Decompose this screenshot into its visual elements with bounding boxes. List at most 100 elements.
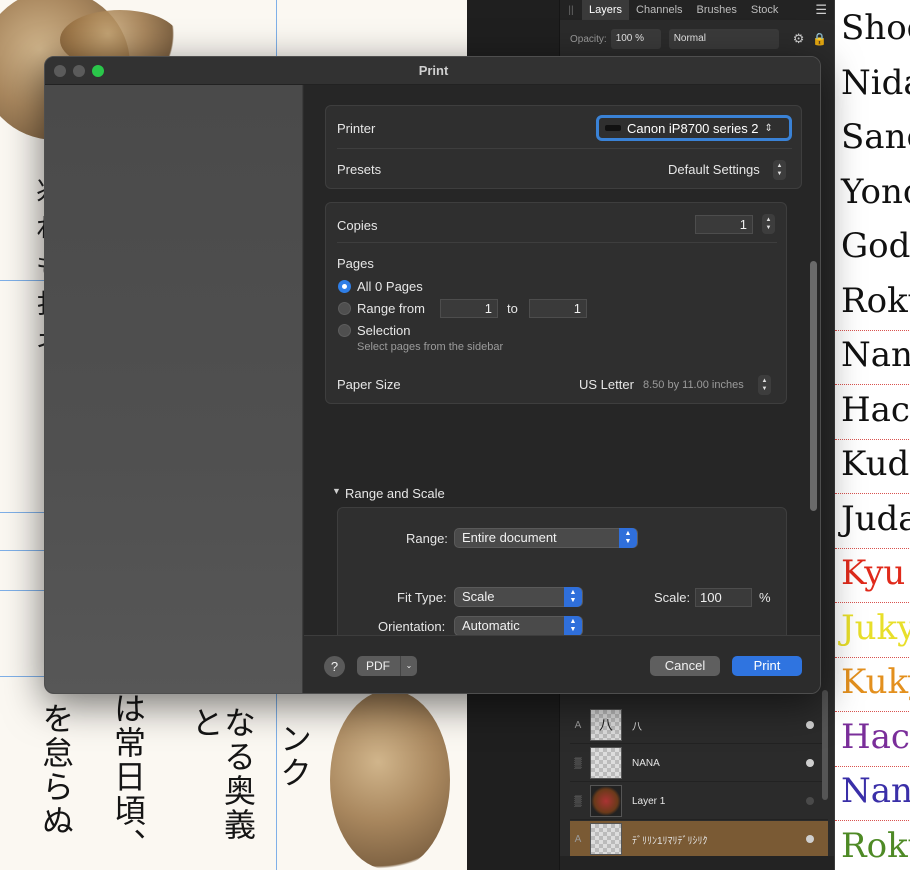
scale-unit: % [759, 590, 771, 605]
fit-type-select[interactable]: Scale ▲ ▼ [454, 587, 583, 607]
layer-name[interactable]: 八 [632, 718, 806, 733]
all-pages-label[interactable]: All 0 Pages [357, 279, 423, 294]
layer-row[interactable]: ▒ Layer 1 [570, 783, 828, 820]
layer-type-icon: A [574, 719, 582, 731]
tab-layers[interactable]: Layers [582, 0, 630, 20]
gear-icon[interactable]: ⚙ [793, 31, 805, 47]
font-sample-word: Kuky [841, 662, 910, 702]
radio-all-pages[interactable] [338, 280, 351, 293]
font-sample-word: Juda [841, 498, 910, 539]
font-sample-word: Nan [841, 771, 910, 811]
copies-stepper[interactable]: ▲ ▼ [762, 214, 775, 234]
layer-row[interactable]: ▒ NANA [570, 745, 828, 782]
print-dialog: Print Printer Canon iP8700 series 2 ⇕ Pr… [44, 56, 821, 694]
layer-name[interactable]: NANA [632, 758, 806, 769]
radio-selection[interactable] [338, 324, 351, 337]
layer-row[interactable]: A 八 八 [570, 707, 828, 744]
scale-input[interactable]: 100 [695, 588, 752, 607]
font-sample-word: Yonc [841, 171, 910, 212]
paper-size-value[interactable]: US Letter [579, 377, 634, 392]
scale-label: Scale: [654, 590, 691, 605]
guide-line [0, 550, 44, 551]
layer-row-selected[interactable]: A ﾃﾞﾘﾘﾝ1ﾘﾏﾘﾃﾞﾘｼﾘｸ [570, 821, 828, 858]
selection-label[interactable]: Selection [357, 323, 410, 338]
tab-stock[interactable]: Stock [744, 0, 786, 20]
pdf-label: PDF [366, 659, 390, 673]
selection-hint: Select pages from the sidebar [357, 341, 504, 353]
print-preview-sidebar[interactable] [45, 85, 303, 693]
lock-icon[interactable]: 🔒 [812, 32, 827, 46]
fit-type-value: Scale [462, 589, 495, 604]
tab-channels[interactable]: Channels [629, 0, 689, 20]
orientation-value: Automatic [462, 618, 520, 633]
copies-pages-group: Copies 1 ▲ ▼ Pages All 0 Pages Range from… [325, 202, 787, 404]
chevron-updown-icon: ▲ ▼ [619, 528, 637, 548]
disclosure-chevron-icon[interactable]: ▼ [332, 486, 341, 496]
layer-thumbnail [590, 823, 622, 855]
cancel-button[interactable]: Cancel [650, 656, 720, 676]
panel-scrollbar[interactable] [822, 690, 828, 800]
range-select[interactable]: Entire document ▲ ▼ [454, 528, 638, 548]
dotted-separator [835, 656, 910, 658]
layer-name[interactable]: Layer 1 [632, 796, 806, 807]
settings-scrollbar[interactable] [810, 261, 817, 511]
tab-brushes[interactable]: Brushes [690, 0, 744, 20]
range-from-label[interactable]: Range from [357, 301, 425, 316]
canvas-kanji-column: を怠らぬ [37, 702, 75, 838]
dialog-title: Print [418, 63, 449, 78]
hamburger-menu-icon[interactable]: ☰ [815, 2, 827, 18]
visibility-dot-icon[interactable] [806, 721, 814, 729]
guide-line [0, 512, 44, 513]
range-from-input[interactable]: 1 [440, 299, 498, 318]
layer-thumbnail: 八 [590, 709, 622, 741]
copies-input[interactable]: 1 [695, 215, 753, 234]
layer-type-icon: A [574, 833, 582, 845]
grip-icon[interactable]: || [560, 5, 582, 16]
layer-name[interactable]: ﾃﾞﾘﾘﾝ1ﾘﾏﾘﾃﾞﾘｼﾘｸ [632, 832, 806, 847]
blend-mode-select[interactable]: Normal [668, 29, 779, 49]
fit-type-label: Fit Type: [397, 590, 447, 605]
ornament-bottom-right [330, 690, 450, 870]
range-scale-heading[interactable]: Range and Scale [345, 486, 445, 501]
presets-label: Presets [337, 162, 382, 177]
paper-size-chevron-icon[interactable]: ▲ ▼ [758, 375, 771, 395]
orientation-select[interactable]: Automatic ▲ ▼ [454, 616, 583, 635]
dotted-separator [835, 329, 910, 331]
pdf-menu-button[interactable]: PDF ⌄ [357, 656, 417, 676]
font-sample-word: Roku [841, 280, 910, 321]
chevron-updown-icon: ⇕ [764, 122, 773, 134]
opacity-label: Opacity: [570, 33, 607, 45]
presets-value[interactable]: Default Settings [668, 162, 760, 177]
printer-select[interactable]: Canon iP8700 series 2 ⇕ [596, 115, 792, 141]
canvas-kanji-column: は常日頃、 [109, 692, 147, 862]
dotted-separator [835, 765, 910, 767]
panel-footer [560, 856, 835, 870]
printer-label: Printer [337, 121, 376, 136]
font-sample-word: Nan [841, 335, 910, 375]
font-sample-word: Roku [841, 825, 910, 866]
font-sample-word: Kyu [841, 553, 906, 593]
help-button[interactable]: ? [324, 656, 345, 677]
visibility-dot-icon[interactable] [806, 835, 814, 843]
opacity-field[interactable]: 100 % [610, 29, 661, 49]
chevron-updown-icon: ▲ ▼ [564, 616, 582, 635]
visibility-dot-icon[interactable] [806, 797, 814, 805]
chevron-down-icon[interactable]: ⌄ [400, 656, 417, 676]
font-sample-word: Sanc [841, 117, 910, 157]
radio-range[interactable] [338, 302, 351, 315]
range-to-input[interactable]: 1 [529, 299, 587, 318]
font-sample-word: God [841, 226, 910, 266]
print-button[interactable]: Print [732, 656, 802, 676]
range-value: Entire document [462, 530, 557, 545]
canvas-kanji-column: ンク [275, 722, 313, 790]
panel-tab-bar: || Layers Channels Brushes Stock ☰ [560, 0, 835, 20]
visibility-dot-icon[interactable] [806, 759, 814, 767]
dialog-titlebar: Print [45, 57, 820, 85]
dotted-separator [835, 438, 910, 440]
dotted-separator [835, 547, 910, 549]
guide-line [0, 676, 44, 677]
font-sample-word: Juky [841, 607, 910, 648]
print-settings-pane: Printer Canon iP8700 series 2 ⇕ Presets … [304, 85, 820, 635]
layer-type-icon: ▒ [574, 757, 582, 769]
presets-chevron-icon[interactable]: ▲ ▼ [773, 160, 786, 180]
